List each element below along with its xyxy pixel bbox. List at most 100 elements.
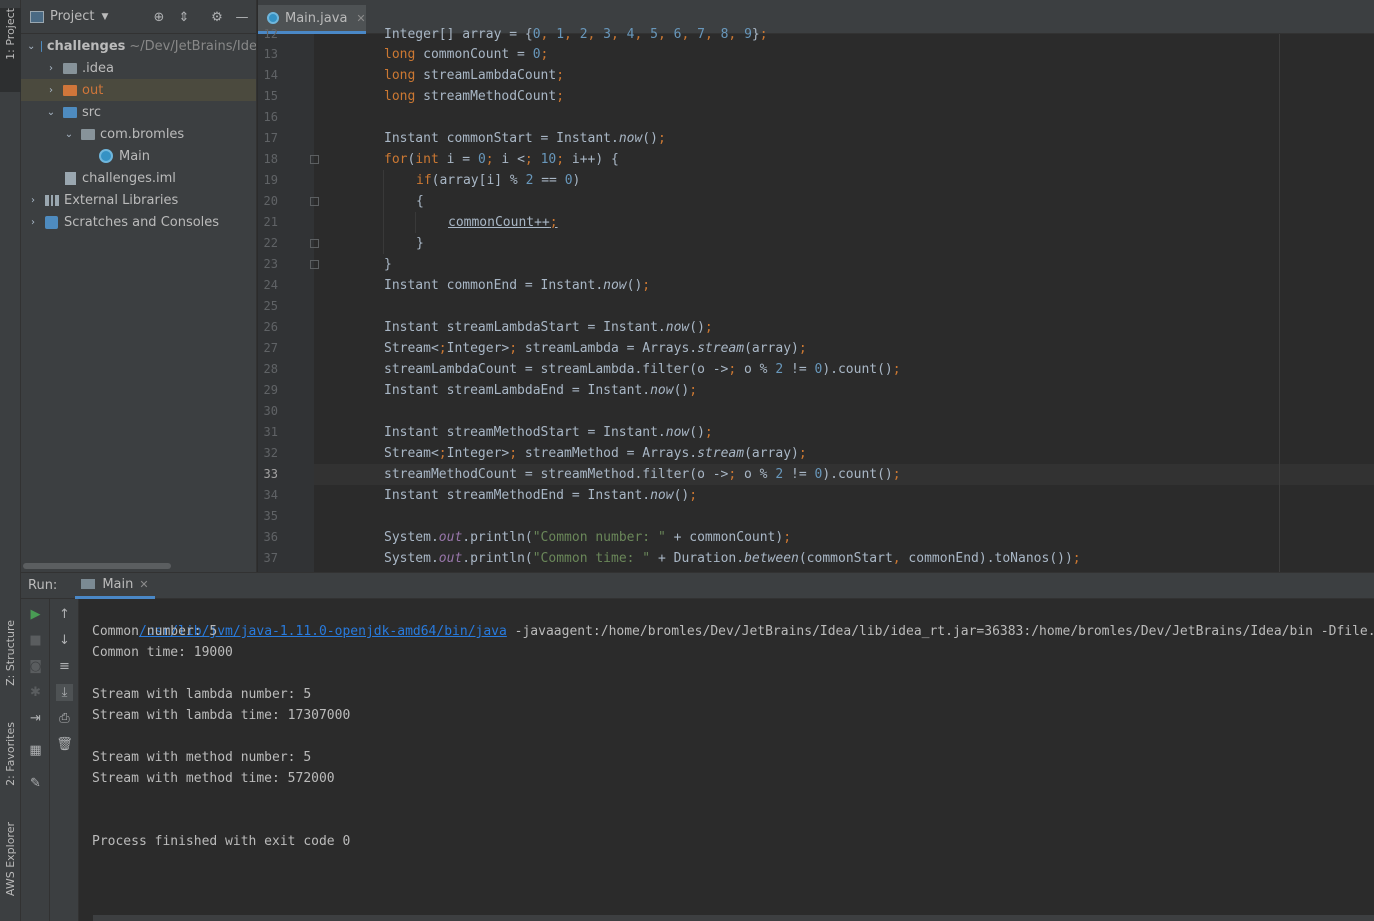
tree-item-label: External Libraries [64,192,179,208]
tree-item-label: challenges.iml [82,170,176,186]
project-view-icon [30,10,44,23]
chevron-down-icon[interactable]: ⌄ [63,129,75,140]
code-line-24: Instant commonEnd = Instant.now(); [384,278,651,293]
soft-wrap-icon[interactable]: ≡ [56,658,73,675]
line-number: 28 [263,362,278,376]
source-folder-icon [63,106,77,118]
code-line-32: Stream<;Integer>; streamMethod = Arrays.… [384,446,807,461]
tree-item-label: Main [119,148,151,164]
console-line: Stream with method time: 572000 [92,771,335,786]
run-panel: Run: Main ✕ ▶ ■ ◙ ✱ ⇥ ▦ ✎ ↑ ↓ ≡ ⤓ ⎙ 🗑 /u… [21,572,1374,921]
code-line-22: } [416,236,424,251]
excluded-folder-icon [63,84,77,96]
code-line-31: Instant streamMethodStart = Instant.now(… [384,425,713,440]
code-line-36: System.out.println("Common number: " + c… [384,530,792,545]
tree-item-out[interactable]: › out [21,79,256,101]
line-number: 14 [263,68,278,82]
favorites-tool-button[interactable]: 2: Favorites [0,722,21,807]
project-panel: Project ▼ ⊕ ⇕ ⚙ — ⌄ challenges ~/Dev/Jet… [21,0,257,572]
code-line-15: long streamMethodCount; [384,89,565,104]
camera-icon[interactable]: ◙ [27,658,44,675]
line-number: 35 [263,509,278,523]
exit-icon[interactable]: ⇥ [27,710,44,727]
fold-marker-icon[interactable] [310,260,319,269]
chevron-down-icon[interactable]: ⌄ [45,107,57,118]
settings-icon[interactable]: ✱ [27,684,44,701]
code-line-20: { [416,194,424,209]
project-panel-header: Project ▼ ⊕ ⇕ ⚙ — [21,0,256,34]
tree-item-src[interactable]: ⌄ src [21,101,256,123]
tree-item-main[interactable]: Main [21,145,256,167]
project-tool-button[interactable]: 1: Project [0,8,21,92]
chevron-right-icon[interactable]: › [45,85,57,96]
gear-icon[interactable]: ⚙ [210,11,224,25]
hide-panel-icon[interactable]: — [235,11,249,25]
structure-tool-button[interactable]: Z: Structure [0,620,21,710]
horizontal-scrollbar[interactable] [23,563,171,569]
collapse-all-icon[interactable]: ⇕ [177,11,191,25]
aws-explorer-tool-button[interactable]: AWS Explorer [0,822,21,917]
line-number: 12 [263,27,278,41]
chevron-right-icon[interactable]: › [45,63,57,74]
code-area[interactable]: 12 13 14 15 16 17 18 19 20 21 22 23 24 2… [258,27,1374,572]
line-number: 17 [263,131,278,145]
run-toolbar-right: ↑ ↓ ≡ ⤓ ⎙ 🗑 [50,599,79,921]
run-tab-label: Main [102,576,134,592]
command-args: -javaagent:/home/bromles/Dev/JetBrains/I… [506,624,1374,639]
tree-item-scratches[interactable]: › Scratches and Consoles [21,211,256,233]
line-number: 13 [263,47,278,61]
tree-item-challenges[interactable]: ⌄ challenges ~/Dev/JetBrains/Ide [21,35,256,57]
scroll-to-end-icon[interactable]: ⤓ [56,684,73,701]
java-class-icon [267,12,279,24]
tree-item-external-libraries[interactable]: › External Libraries [21,189,256,211]
chevron-right-icon[interactable]: › [27,195,39,206]
layout-icon[interactable]: ▦ [27,742,44,759]
line-number: 23 [263,257,278,271]
close-icon[interactable]: ✕ [139,578,148,591]
line-number: 25 [263,299,278,313]
line-number: 37 [263,551,278,565]
line-number-gutter: 12 13 14 15 16 17 18 19 20 21 22 23 24 2… [258,27,319,572]
fold-marker-icon[interactable] [310,197,319,206]
stop-icon[interactable]: ■ [27,632,44,649]
code-line-13: long commonCount = 0; [384,47,549,62]
fold-marker-icon[interactable] [310,239,319,248]
chevron-right-icon[interactable]: › [27,217,39,228]
pin-icon[interactable]: ✎ [27,775,44,792]
tree-item-idea[interactable]: › .idea [21,57,256,79]
locate-icon[interactable]: ⊕ [152,11,166,25]
close-icon[interactable]: ✕ [356,12,365,25]
arrow-down-icon[interactable]: ↓ [56,632,73,649]
fold-marker-icon[interactable] [310,155,319,164]
aws-explorer-tool-label: AWS Explorer [4,822,17,897]
line-number: 36 [263,530,278,544]
line-number: 26 [263,320,278,334]
arrow-up-icon[interactable]: ↑ [56,606,73,623]
java-class-icon [99,149,113,163]
tree-item-package[interactable]: ⌄ com.bromles [21,123,256,145]
run-tab-main[interactable]: Main ✕ [75,573,155,599]
code-line-26: Instant streamLambdaStart = Instant.now(… [384,320,713,335]
line-number: 27 [263,341,278,355]
console-output[interactable]: /usr/lib/jvm/java-1.11.0-openjdk-amd64/b… [79,599,1374,921]
code-line-37: System.out.println("Common time: " + Dur… [384,551,1081,566]
rerun-icon[interactable]: ▶ [27,606,44,623]
tree-item-label: out [82,82,104,98]
line-number: 24 [263,278,278,292]
tree-item-iml[interactable]: challenges.iml [21,167,256,189]
print-icon[interactable]: ⎙ [56,710,73,727]
chevron-down-icon[interactable]: ⌄ [27,41,35,52]
run-panel-header: Run: Main ✕ [21,573,1374,599]
project-view-selector[interactable]: Project [50,9,94,24]
code-line-34: Instant streamMethodEnd = Instant.now(); [384,488,698,503]
code-line-17: Instant commonStart = Instant.now(); [384,131,666,146]
code-line-12: Integer[] array = {0, 1, 2, 3, 4, 5, 6, … [384,27,768,42]
line-number: 34 [263,488,278,502]
trash-icon[interactable]: 🗑 [56,736,73,753]
line-number: 20 [263,194,278,208]
run-toolbar-left: ▶ ■ ◙ ✱ ⇥ ▦ ✎ [21,599,50,921]
code-line-23: } [384,257,392,272]
tree-item-label: com.bromles [100,126,185,142]
horizontal-scrollbar[interactable] [93,915,1374,921]
chevron-down-icon[interactable]: ▼ [101,12,108,22]
